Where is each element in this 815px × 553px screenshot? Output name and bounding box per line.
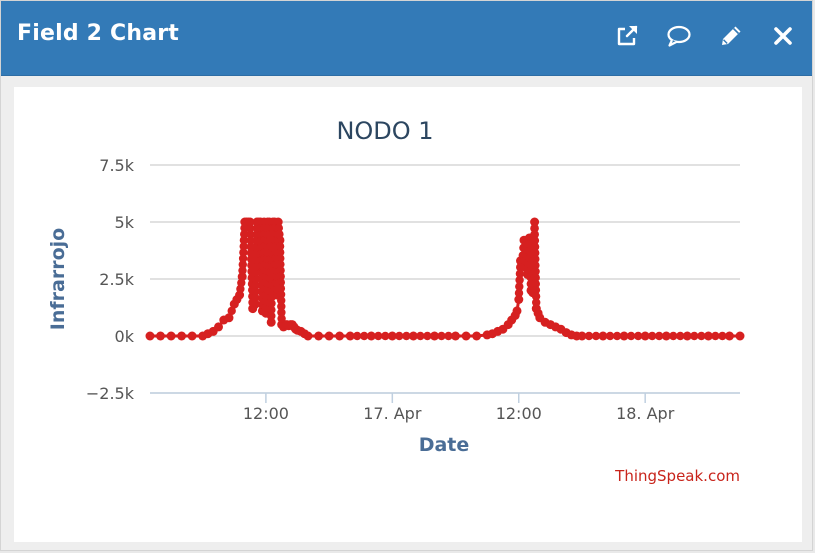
x-tick-label: 12:00 (496, 404, 542, 423)
data-point[interactable] (634, 331, 643, 341)
data-point[interactable] (461, 331, 471, 341)
data-point[interactable] (275, 230, 284, 239)
chart-window: Field 2 Chart NODO 1 Infrarrojo Date Thi… (0, 0, 813, 551)
y-tick-label: 5k (115, 213, 135, 232)
data-point[interactable] (402, 331, 411, 341)
line-chart: NODO 1 Infrarrojo Date ThingSpeak.com −2… (47, 117, 745, 485)
chart-card: NODO 1 Infrarrojo Date ThingSpeak.com −2… (14, 87, 802, 542)
data-point[interactable] (697, 331, 706, 341)
y-tick-label: 7.5k (99, 156, 134, 175)
data-point[interactable] (360, 331, 369, 341)
x-axis-title: Date (419, 434, 470, 456)
y-tick-label: 0k (115, 327, 135, 346)
data-point[interactable] (423, 331, 432, 341)
x-tick-label: 12:00 (243, 404, 289, 423)
data-point[interactable] (676, 331, 685, 341)
data-point[interactable] (335, 331, 345, 341)
comment-icon[interactable] (664, 21, 694, 51)
y-tick-label: 2.5k (99, 270, 134, 289)
data-point[interactable] (166, 331, 176, 341)
x-tick-label: 18. Apr (616, 404, 675, 423)
chart-title: NODO 1 (336, 117, 433, 145)
data-point[interactable] (444, 331, 453, 341)
data-point[interactable] (227, 306, 236, 316)
x-tick-label: 17. Apr (363, 404, 422, 423)
y-axis-title: Infrarrojo (47, 228, 69, 330)
data-point[interactable] (472, 331, 482, 341)
data-point[interactable] (532, 298, 541, 307)
data-point[interactable] (324, 331, 334, 341)
data-point[interactable] (512, 306, 522, 316)
data-point[interactable] (655, 331, 664, 341)
window-title: Field 2 Chart (17, 21, 180, 46)
data-point[interactable] (314, 331, 324, 341)
data-point[interactable] (735, 331, 745, 341)
data-point[interactable] (187, 331, 197, 341)
data-point[interactable] (591, 331, 601, 341)
data-point[interactable] (277, 314, 286, 323)
close-icon[interactable] (768, 21, 798, 51)
data-point[interactable] (303, 331, 313, 341)
data-point[interactable] (381, 331, 390, 341)
data-point[interactable] (718, 331, 727, 341)
external-link-icon[interactable] (612, 21, 642, 51)
window-header: Field 2 Chart (1, 1, 812, 76)
pencil-icon[interactable] (716, 21, 746, 51)
data-point[interactable] (177, 331, 187, 341)
header-toolbar (590, 21, 798, 51)
data-point[interactable] (156, 331, 165, 341)
credit-link[interactable]: ThingSpeak.com (614, 467, 740, 485)
y-tick-label: −2.5k (86, 384, 135, 403)
data-point[interactable] (612, 331, 622, 341)
data-point[interactable] (145, 331, 155, 341)
data-point[interactable] (237, 278, 246, 287)
